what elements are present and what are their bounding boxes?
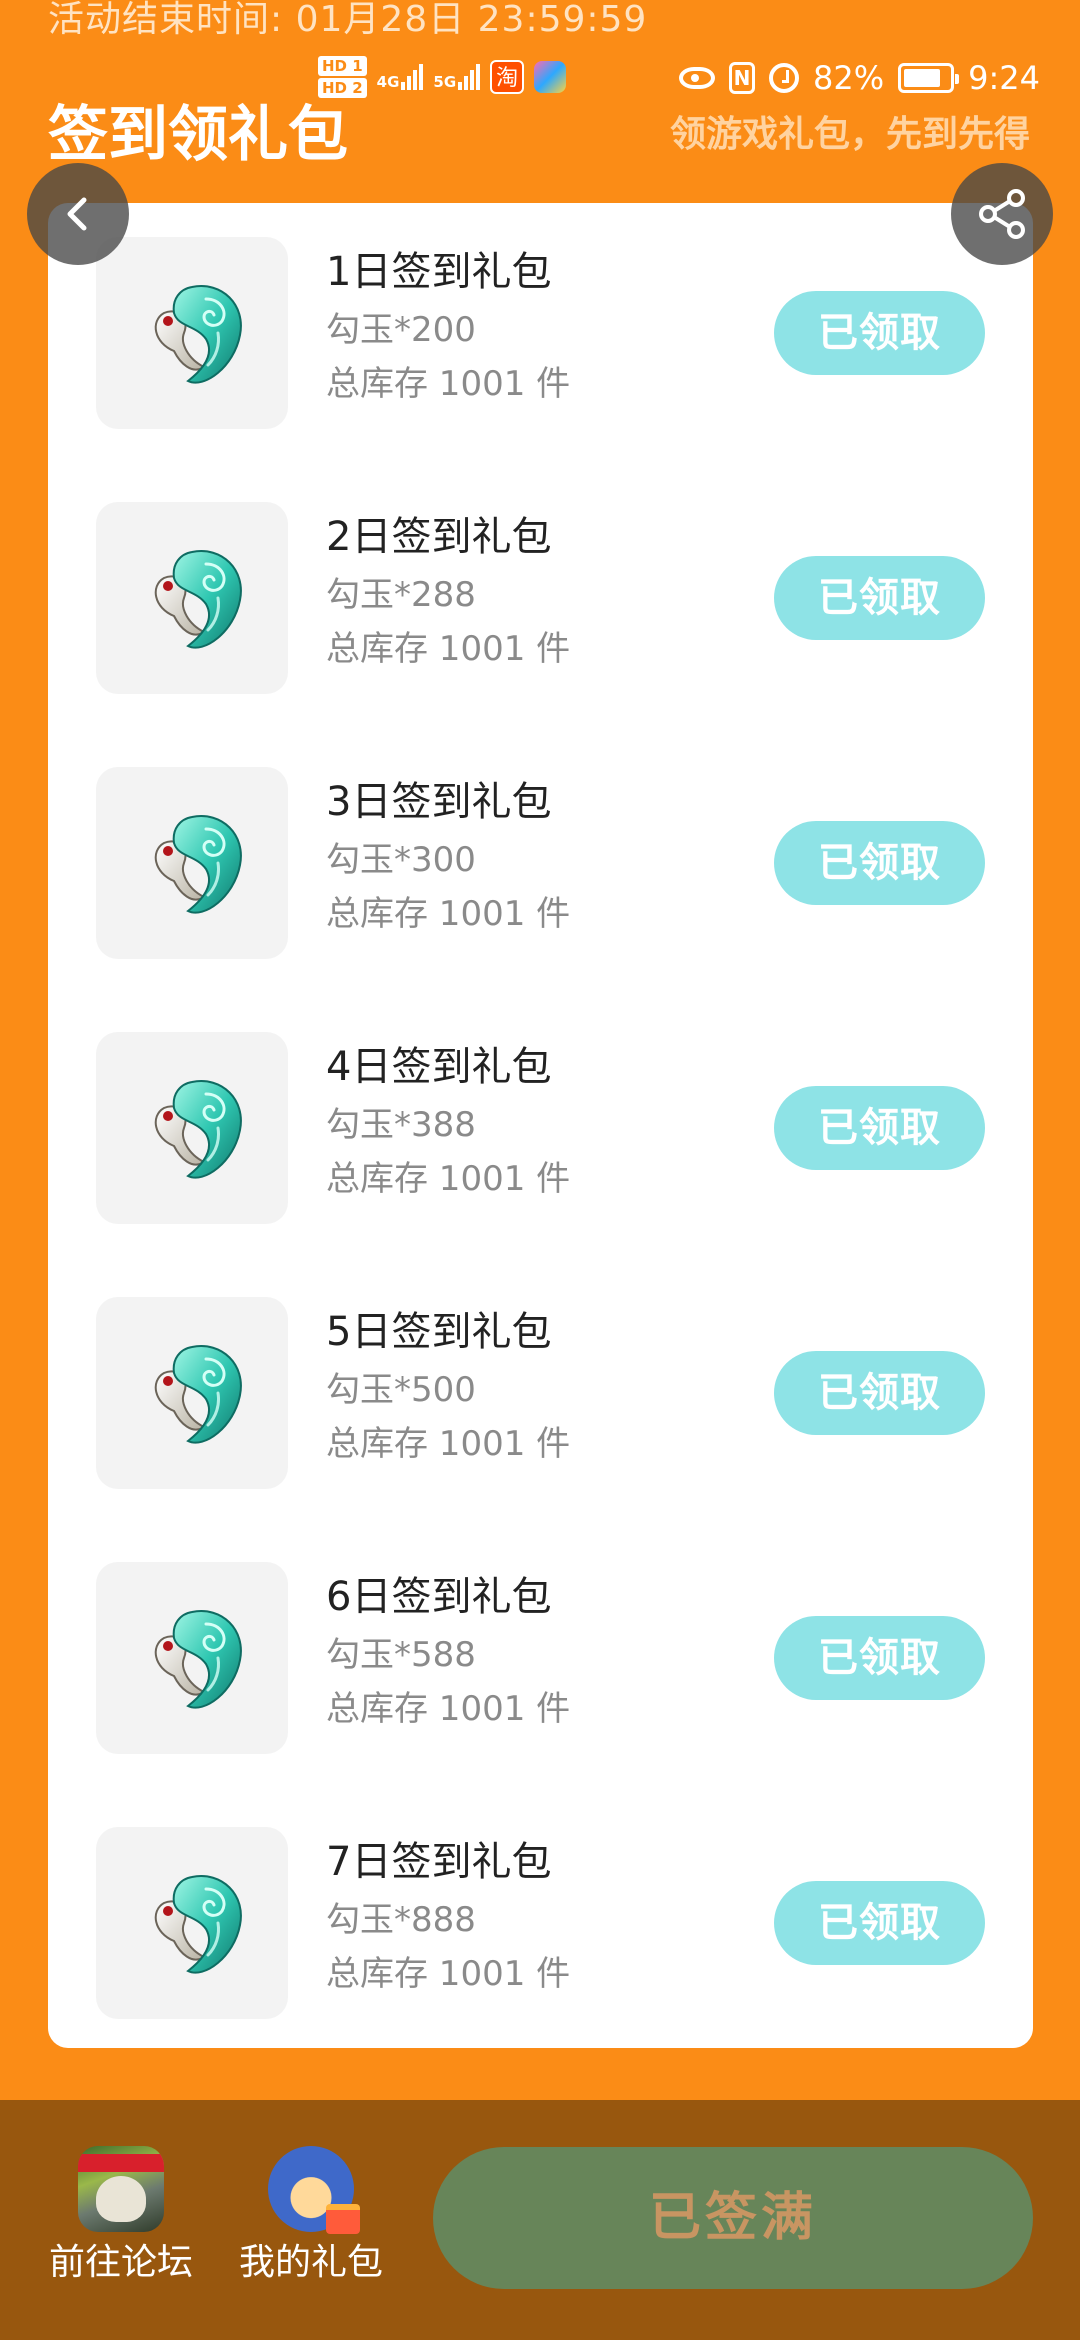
gift-stock: 总库存 1001 件: [326, 1954, 571, 1994]
gift-stock: 总库存 1001 件: [326, 1159, 571, 1199]
gift-reward: 勾玉*388: [326, 1105, 476, 1145]
gift-row: 2日签到礼包 勾玉*288 总库存 1001 件 已领取: [48, 468, 1033, 694]
claimed-button[interactable]: 已领取: [774, 1881, 985, 1965]
activity-end-time: 活动结束时间: 01月28日 23:59:59: [48, 0, 648, 40]
jade-magatama-icon: [154, 815, 242, 914]
app-notification-icon: [534, 61, 567, 93]
gift-stock: 总库存 1001 件: [326, 894, 571, 934]
gift-reward: 勾玉*888: [326, 1900, 476, 1940]
claimed-button[interactable]: 已领取: [774, 556, 985, 640]
gift-row: 3日签到礼包 勾玉*300 总库存 1001 件 已领取: [48, 733, 1033, 959]
gift-row: 4日签到礼包 勾玉*388 总库存 1001 件 已领取: [48, 998, 1033, 1224]
jade-magatama-icon: [154, 1345, 242, 1444]
forum-tab[interactable]: 前往论坛: [46, 2146, 196, 2286]
gift-name: 7日签到礼包: [326, 1839, 552, 1885]
jade-magatama-icon: [154, 550, 242, 649]
signal-5g-icon: 5G: [433, 64, 481, 90]
share-button[interactable]: [951, 163, 1053, 265]
status-right-icons: N 82% 9:24: [679, 56, 1040, 100]
page-slogan: 领游戏礼包，先到先得: [669, 114, 1030, 155]
gift-thumbnail: [96, 1562, 288, 1754]
gift-reward: 勾玉*300: [326, 840, 476, 880]
gift-name: 4日签到礼包: [326, 1044, 552, 1090]
status-bar: 活动结束时间: 01月28日 23:59:59 HD 1 HD 2 4G 5G …: [0, 0, 1080, 110]
claimed-button[interactable]: 已领取: [774, 291, 985, 375]
gift-thumbnail: [96, 502, 288, 694]
gift-name: 2日签到礼包: [326, 514, 552, 560]
gift-reward: 勾玉*500: [326, 1370, 476, 1410]
gift-row: 5日签到礼包 勾玉*500 总库存 1001 件 已领取: [48, 1263, 1033, 1489]
forum-game-icon: [78, 2146, 164, 2232]
gift-name: 6日签到礼包: [326, 1574, 552, 1620]
gift-list-card: 1日签到礼包 勾玉*200 总库存 1001 件 已领取 2日签到礼包 勾玉*2…: [48, 203, 1033, 2048]
gift-name: 5日签到礼包: [326, 1309, 552, 1355]
gift-name: 1日签到礼包: [326, 249, 552, 295]
forum-tab-label: 前往论坛: [48, 2242, 193, 2283]
back-button[interactable]: [27, 163, 129, 265]
alarm-icon: [769, 63, 800, 93]
gift-row: 6日签到礼包 勾玉*588 总库存 1001 件 已领取: [48, 1528, 1033, 1754]
gift-row: 1日签到礼包 勾玉*200 总库存 1001 件 已领取: [48, 203, 1033, 429]
gift-name: 3日签到礼包: [326, 779, 552, 825]
my-gifts-tab-label: 我的礼包: [238, 2242, 383, 2283]
status-left-icons: HD 1 HD 2 4G 5G 淘: [318, 52, 567, 102]
gift-thumbnail: [96, 237, 288, 429]
battery-percent: 82%: [813, 59, 885, 97]
claimed-button[interactable]: 已领取: [774, 1616, 985, 1700]
gift-thumbnail: [96, 1297, 288, 1489]
gift-row: 7日签到礼包 勾玉*888 总库存 1001 件 已领取: [48, 1793, 1033, 2019]
battery-icon: [898, 63, 960, 93]
hd-icons: HD 1 HD 2: [318, 56, 367, 98]
nfc-icon: N: [729, 62, 756, 94]
clock-time: 9:24: [968, 59, 1040, 97]
signed-full-button[interactable]: 已签满: [433, 2147, 1033, 2289]
my-gifts-tab[interactable]: 我的礼包: [236, 2146, 386, 2286]
gift-thumbnail: [96, 767, 288, 959]
claimed-button[interactable]: 已领取: [774, 821, 985, 905]
claimed-button[interactable]: 已领取: [774, 1086, 985, 1170]
signal-4g-icon: 4G: [377, 64, 424, 90]
chevron-left-icon: [67, 197, 87, 231]
taobao-notification-icon: 淘: [490, 60, 525, 94]
gift-reward: 勾玉*588: [326, 1635, 476, 1675]
page-title: 签到领礼包: [48, 100, 348, 170]
jade-magatama-icon: [154, 1610, 242, 1709]
gift-stock: 总库存 1001 件: [326, 1689, 571, 1729]
gift-reward: 勾玉*200: [326, 310, 476, 350]
my-gifts-avatar-icon: [268, 2146, 360, 2234]
gift-thumbnail: [96, 1827, 288, 2019]
jade-magatama-icon: [154, 1080, 242, 1179]
gift-stock: 总库存 1001 件: [326, 364, 571, 404]
gift-stock: 总库存 1001 件: [326, 1424, 571, 1464]
gift-reward: 勾玉*288: [326, 575, 476, 615]
hd1-icon: HD 1: [318, 56, 367, 76]
eye-comfort-icon: [679, 67, 716, 89]
gift-stock: 总库存 1001 件: [326, 629, 571, 669]
gift-thumbnail: [96, 1032, 288, 1224]
share-icon: [979, 189, 1025, 239]
jade-magatama-icon: [154, 1875, 242, 1974]
claimed-button[interactable]: 已领取: [774, 1351, 985, 1435]
jade-magatama-icon: [154, 285, 242, 384]
